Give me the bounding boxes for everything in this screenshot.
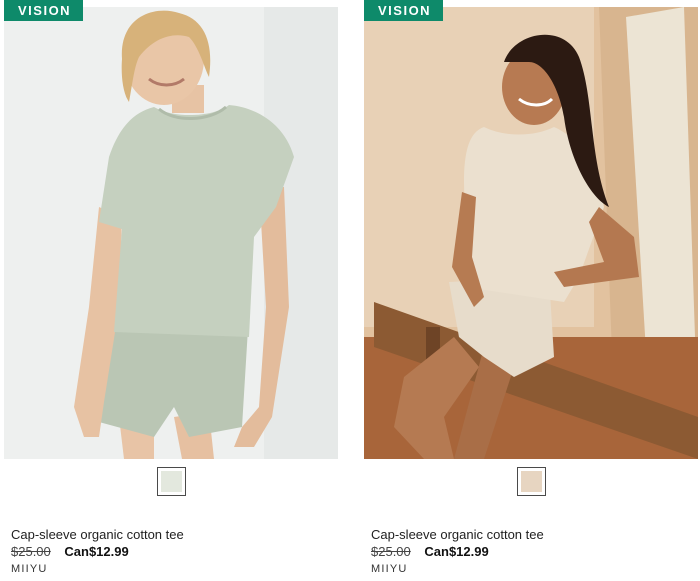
product-image[interactable]	[364, 7, 698, 459]
vision-badge: vision	[364, 0, 444, 21]
product-card[interactable]: vision Cap-sleeve organic cotton tee $25…	[364, 0, 700, 581]
brand-name[interactable]: MIIYU	[371, 563, 408, 575]
brand-name[interactable]: MIIYU	[11, 563, 48, 575]
color-swatch[interactable]	[157, 467, 186, 496]
swatch-fill	[521, 471, 542, 492]
sale-price: Can$12.99	[424, 544, 489, 559]
original-price: $25.00	[371, 544, 411, 559]
product-title[interactable]: Cap-sleeve organic cotton tee	[11, 527, 184, 542]
product-image[interactable]	[4, 7, 338, 459]
product-card[interactable]: vision Cap-sleeve organic cotton tee $25…	[4, 0, 340, 581]
price-row: $25.00 Can$12.99	[11, 544, 129, 559]
color-swatch[interactable]	[517, 467, 546, 496]
sale-price: Can$12.99	[64, 544, 129, 559]
price-row: $25.00 Can$12.99	[371, 544, 489, 559]
swatch-fill	[161, 471, 182, 492]
product-title[interactable]: Cap-sleeve organic cotton tee	[371, 527, 544, 542]
original-price: $25.00	[11, 544, 51, 559]
vision-badge: vision	[4, 0, 84, 21]
